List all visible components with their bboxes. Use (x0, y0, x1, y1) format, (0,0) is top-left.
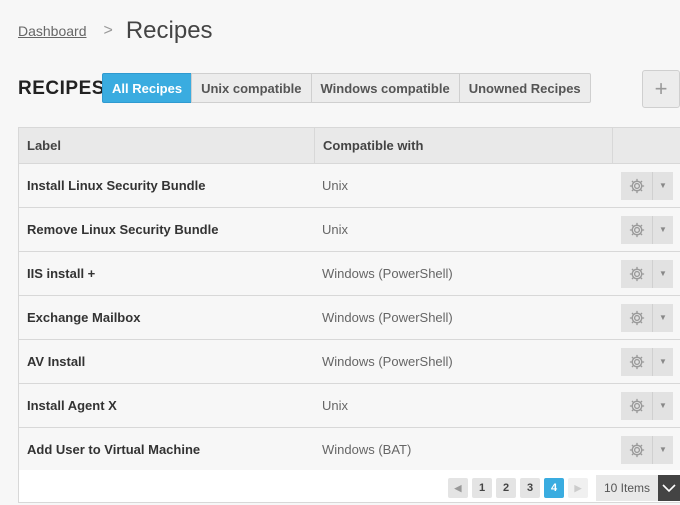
recipe-compatibility: Windows (PowerShell) (322, 310, 453, 325)
recipe-compatibility: Windows (PowerShell) (322, 266, 453, 281)
breadcrumb-dashboard-link[interactable]: Dashboard (18, 23, 87, 39)
gear-icon[interactable] (621, 215, 653, 244)
breadcrumb: Dashboard > Recipes (18, 14, 213, 48)
gear-icon[interactable] (621, 171, 653, 200)
gear-icon[interactable] (621, 391, 653, 420)
items-per-page-select[interactable]: 10 Items (596, 475, 680, 501)
recipe-compatibility: Windows (BAT) (322, 442, 412, 457)
row-action-group: ▼ (621, 391, 673, 420)
row-actions: ▼ (612, 384, 680, 427)
table-row[interactable]: Remove Linux Security Bundle Unix ▼ (18, 208, 680, 252)
caret-down-icon[interactable]: ▼ (653, 435, 673, 464)
gear-icon[interactable] (621, 303, 653, 332)
pagination: ◀ 1 2 3 4 ▶ (448, 478, 588, 498)
table-header-row: Label Compatible with (18, 128, 680, 164)
page-button-2[interactable]: 2 (496, 478, 516, 498)
add-recipe-button[interactable]: + (642, 70, 680, 108)
column-header-compatible-with[interactable]: Compatible with (314, 128, 612, 163)
table-row[interactable]: Add User to Virtual Machine Windows (BAT)… (18, 428, 680, 472)
page-button-3[interactable]: 3 (520, 478, 540, 498)
table-row[interactable]: Install Agent X Unix ▼ (18, 384, 680, 428)
recipe-label[interactable]: AV Install (19, 340, 314, 383)
recipe-compatibility: Unix (322, 178, 349, 193)
filter-tab-unowned-recipes[interactable]: Unowned Recipes (458, 73, 591, 103)
column-header-actions (612, 128, 680, 163)
recipe-label[interactable]: Exchange Mailbox (19, 296, 314, 339)
previous-page-button[interactable]: ◀ (448, 478, 468, 498)
caret-down-icon[interactable]: ▼ (653, 171, 673, 200)
recipes-page: Dashboard > Recipes RECIPES All Recipes … (0, 0, 680, 505)
table-footer: ◀ 1 2 3 4 ▶ 10 Items (18, 470, 680, 503)
recipe-filter-tabs: All Recipes Unix compatible Windows comp… (102, 73, 591, 103)
row-action-group: ▼ (621, 435, 673, 464)
gear-icon[interactable] (621, 435, 653, 464)
gear-icon[interactable] (621, 347, 653, 376)
page-title: Recipes (125, 17, 213, 44)
row-action-group: ▼ (621, 259, 673, 288)
next-page-button[interactable]: ▶ (568, 478, 588, 498)
caret-down-icon[interactable]: ▼ (653, 303, 673, 332)
column-header-label[interactable]: Label (19, 128, 314, 163)
recipe-label[interactable]: Install Agent X (19, 384, 314, 427)
recipes-table: Label Compatible with Install Linux Secu… (18, 127, 680, 472)
row-actions: ▼ (612, 164, 680, 207)
recipe-compatibility: Unix (322, 222, 349, 237)
recipe-label[interactable]: Remove Linux Security Bundle (19, 208, 314, 251)
breadcrumb-separator: > (103, 22, 113, 39)
caret-down-icon[interactable]: ▼ (653, 215, 673, 244)
chevron-down-icon[interactable] (658, 475, 680, 501)
recipe-label[interactable]: IIS install + (19, 252, 314, 295)
page-button-4[interactable]: 4 (544, 478, 564, 498)
row-action-group: ▼ (621, 215, 673, 244)
row-action-group: ▼ (621, 171, 673, 200)
gear-icon[interactable] (621, 259, 653, 288)
table-row[interactable]: IIS install + Windows (PowerShell) ▼ (18, 252, 680, 296)
filter-tab-windows-compatible[interactable]: Windows compatible (310, 73, 460, 103)
recipe-label[interactable]: Add User to Virtual Machine (19, 428, 314, 471)
recipe-compatibility: Unix (322, 398, 349, 413)
table-row[interactable]: Install Linux Security Bundle Unix ▼ (18, 164, 680, 208)
filter-tab-all-recipes[interactable]: All Recipes (102, 73, 193, 103)
row-actions: ▼ (612, 252, 680, 295)
row-actions: ▼ (612, 296, 680, 339)
page-button-1[interactable]: 1 (472, 478, 492, 498)
items-per-page-value[interactable]: 10 Items (596, 475, 658, 501)
recipe-compatibility: Windows (PowerShell) (322, 354, 453, 369)
table-row[interactable]: AV Install Windows (PowerShell) ▼ (18, 340, 680, 384)
row-action-group: ▼ (621, 303, 673, 332)
caret-down-icon[interactable]: ▼ (653, 347, 673, 376)
caret-down-icon[interactable]: ▼ (653, 391, 673, 420)
caret-down-icon[interactable]: ▼ (653, 259, 673, 288)
row-actions: ▼ (612, 340, 680, 383)
section-title: RECIPES (18, 78, 105, 99)
filter-tab-unix-compatible[interactable]: Unix compatible (191, 73, 312, 103)
row-actions: ▼ (612, 208, 680, 251)
row-actions: ▼ (612, 428, 680, 471)
recipe-label[interactable]: Install Linux Security Bundle (19, 164, 314, 207)
row-action-group: ▼ (621, 347, 673, 376)
table-row[interactable]: Exchange Mailbox Windows (PowerShell) ▼ (18, 296, 680, 340)
